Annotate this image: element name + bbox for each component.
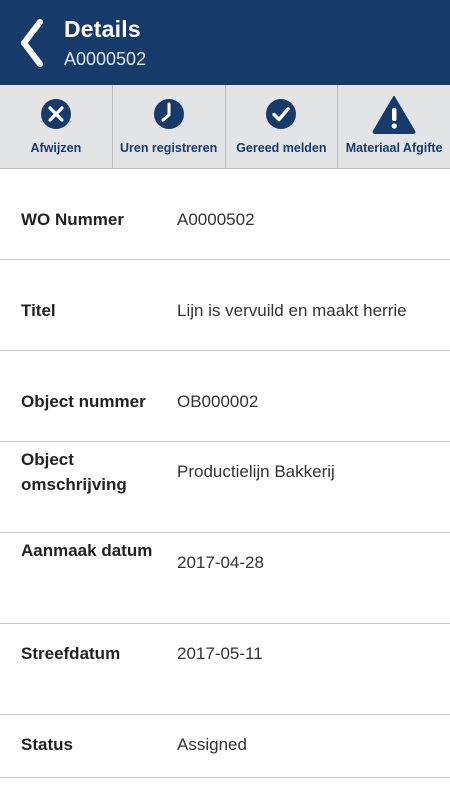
detail-value: Productielijn Bakkerij <box>177 462 335 481</box>
detail-row-object-number: Object nummer OB000002 <box>0 351 450 442</box>
detail-value: Lijn is vervuild en maakt herrie <box>177 301 407 320</box>
detail-label: Object omschrijving <box>21 450 127 494</box>
detail-label: Status <box>21 735 73 754</box>
reject-button[interactable]: Afwijzen <box>0 85 113 168</box>
detail-label: Streefdatum <box>21 644 121 663</box>
detail-value: OB000002 <box>177 392 259 411</box>
detail-value: 2017-05-11 <box>177 644 263 663</box>
reject-label: Afwijzen <box>30 141 82 155</box>
detail-row-title: Titel Lijn is vervuild en maakt herrie <box>0 260 450 351</box>
warning-icon <box>372 96 416 134</box>
material-issue-label: Materiaal Afgifte <box>345 141 443 155</box>
register-hours-button[interactable]: Uren registreren <box>113 85 226 168</box>
chevron-left-icon <box>21 19 43 67</box>
detail-row-created-date: Aanmaak datum 2017-04-28 <box>0 533 450 624</box>
detail-label: Object nummer <box>21 392 146 411</box>
report-done-button[interactable]: Gereed melden <box>226 85 339 168</box>
detail-label: Titel <box>21 301 56 320</box>
material-issue-button[interactable]: Materiaal Afgifte <box>338 85 450 168</box>
report-done-label: Gereed melden <box>236 141 327 155</box>
close-circle-icon <box>40 99 71 129</box>
details-list: WO Nummer A0000502 Titel Lijn is vervuil… <box>0 169 450 778</box>
detail-row-wo-number: WO Nummer A0000502 <box>0 169 450 260</box>
back-button[interactable] <box>10 14 54 72</box>
action-toolbar: Afwijzen Uren registreren Gereed melden <box>0 85 450 169</box>
detail-value: 2017-04-28 <box>177 553 264 572</box>
app-header: Details A0000502 <box>0 0 450 85</box>
register-hours-label: Uren registreren <box>119 141 218 155</box>
page-title: Details <box>64 16 141 42</box>
clock-icon <box>153 99 184 129</box>
detail-label: Aanmaak datum <box>21 541 153 560</box>
detail-row-status: Status Assigned <box>0 715 450 778</box>
page-subtitle: A0000502 <box>64 49 147 69</box>
check-circle-icon <box>266 99 297 129</box>
detail-row-object-description: Object omschrijving Productielijn Bakker… <box>0 442 450 533</box>
detail-label: WO Nummer <box>21 210 124 229</box>
detail-value: A0000502 <box>177 210 255 229</box>
detail-value: Assigned <box>177 735 247 754</box>
detail-row-target-date: Streefdatum 2017-05-11 <box>0 624 450 715</box>
